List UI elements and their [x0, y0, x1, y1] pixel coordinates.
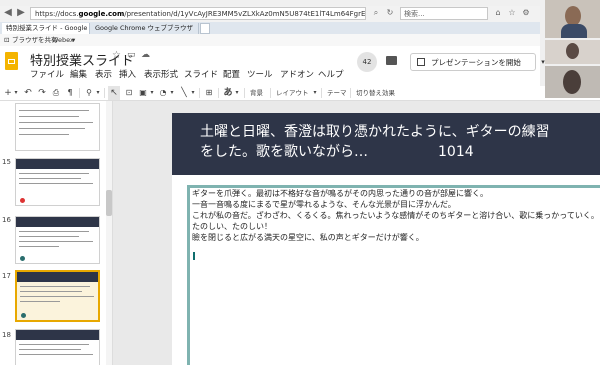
layout-button[interactable]: レイアウト: [276, 86, 309, 100]
slide-thumbnail[interactable]: [15, 103, 100, 151]
slide-title-line2: をした。歌を歌いながら… 1014: [200, 142, 590, 162]
body-line: 一音一音鳴る度にまるで星が零れるような、そんな光景が目に浮かんだ。: [192, 200, 456, 209]
slide-number: 15: [2, 158, 11, 166]
slide-title-line2-text: をした。歌を歌いながら…: [200, 144, 368, 160]
active-users-badge[interactable]: 42: [357, 52, 377, 72]
body-line: たのしい、たのしい！: [192, 222, 272, 231]
menu-file[interactable]: ファイル: [30, 68, 64, 80]
slide-number: 18: [2, 331, 11, 339]
slide-title-line1: 土曜と日曜、香澄は取り憑かれたように、ギターの練習: [200, 124, 550, 140]
participant-video: [545, 0, 600, 38]
slide-thumbnail[interactable]: [15, 216, 100, 264]
refresh-icon[interactable]: ↻: [384, 6, 396, 20]
present-button[interactable]: プレゼンテーションを開始: [410, 53, 536, 71]
menu-edit[interactable]: 編集: [70, 68, 87, 80]
body-line: ギターを爪弾く。最初は不格好な音が鳴るがその内思った通りの音が部屋に響く。: [192, 189, 488, 198]
shape-dropdown-icon[interactable]: ▾: [169, 86, 175, 100]
toolbar-divider: [321, 88, 322, 98]
line-dropdown-icon[interactable]: ▾: [190, 86, 196, 100]
slide-number: 16: [2, 216, 11, 224]
participant-video: [545, 66, 600, 98]
shape-icon[interactable]: ◔: [157, 86, 169, 100]
favorites-star-icon[interactable]: ☆: [506, 6, 518, 20]
cloud-icon: ☁: [141, 50, 150, 60]
menu-view[interactable]: 表示: [95, 68, 112, 80]
back-icon[interactable]: ◀: [2, 6, 14, 20]
filmstrip-scroll-thumb[interactable]: [106, 190, 112, 216]
comment-icon[interactable]: [386, 56, 397, 65]
redo-icon[interactable]: ↷: [36, 86, 48, 100]
search-icon[interactable]: ⌕: [370, 6, 382, 20]
new-slide-dropdown-icon[interactable]: ▾: [13, 86, 19, 100]
menu-slide[interactable]: スライド: [184, 68, 218, 80]
layout-dropdown-icon[interactable]: ▾: [312, 86, 318, 100]
text-style-glyph[interactable]: あ: [222, 86, 234, 100]
move-folder-icon[interactable]: ▭: [127, 50, 136, 60]
transition-button[interactable]: 切り替え効果: [356, 86, 395, 100]
slide-thumbnail[interactable]: [15, 329, 100, 365]
url-path: /presentation/d/1yVcAyJRE3MM5vZLXkAz0mN5…: [124, 10, 366, 18]
browser-tab-row: 特別授業スライド - Google スラ... Google Chrome ウェ…: [0, 22, 540, 34]
text-box-icon[interactable]: ⊡: [123, 86, 135, 100]
image-dropdown-icon[interactable]: ▾: [149, 86, 155, 100]
favorite-webex[interactable]: Webex: [52, 34, 74, 46]
forward-icon[interactable]: ▶: [15, 6, 27, 20]
new-tab-button[interactable]: [200, 23, 210, 34]
zoom-dropdown-icon[interactable]: ▾: [95, 86, 101, 100]
filmstrip-scrollbar[interactable]: [106, 101, 112, 365]
theme-button[interactable]: テーマ: [327, 86, 347, 100]
menu-arrange[interactable]: 配置: [223, 68, 240, 80]
toolbar-divider: [350, 88, 351, 98]
paint-format-icon[interactable]: ¶: [64, 86, 76, 100]
address-bar-row: ◀ ▶ https://docs.google.com/presentation…: [0, 6, 540, 22]
new-slide-icon[interactable]: +: [3, 86, 13, 100]
url-domain: google.com: [78, 10, 125, 18]
slide-title-number: 1014: [438, 144, 474, 160]
url-prefix: https://docs.: [35, 10, 79, 18]
slide-filmstrip: 15 16 17 18: [0, 101, 113, 365]
toolbar-divider: [218, 88, 219, 98]
url-input[interactable]: https://docs.google.com/presentation/d/1…: [30, 7, 366, 20]
undo-icon[interactable]: ↶: [22, 86, 34, 100]
text-cursor: [193, 252, 195, 260]
menu-help[interactable]: ヘルプ: [318, 68, 344, 80]
slide-number: 17: [2, 272, 11, 280]
add-comment-icon[interactable]: ⊞: [203, 86, 215, 100]
star-icon[interactable]: ☆: [112, 50, 121, 61]
toolbar-divider: [199, 88, 200, 98]
image-icon[interactable]: ▣: [137, 86, 149, 100]
chevron-down-icon[interactable]: ▾: [72, 34, 75, 46]
menu-insert[interactable]: 挿入: [119, 68, 136, 80]
zoom-icon[interactable]: ⚲: [83, 86, 95, 100]
menu-addons[interactable]: アドオン: [280, 68, 314, 80]
tab-slides[interactable]: 特別授業スライド - Google スラ...: [2, 23, 90, 34]
settings-gear-icon[interactable]: ⚙: [520, 6, 532, 20]
print-icon[interactable]: ⎙: [50, 86, 62, 100]
toolbar: + ▾ ↶ ↷ ⎙ ¶ ⚲ ▾ ↖ ⊡ ▣ ▾ ◔ ▾ ╲ ▾ ⊞ あ ▾ 背景…: [0, 86, 600, 101]
home-icon[interactable]: ⌂: [492, 6, 504, 20]
select-cursor-icon[interactable]: ↖: [108, 86, 120, 100]
body-line: これが私の音だ。ざわざわ、くるくる。焦れったいような感情がそのちギターと溶け合い…: [192, 211, 599, 220]
body-line: 瞼を閉じると広がる満天の星空に、私の声とギターだけが響く。: [192, 233, 424, 242]
slide-thumbnail-selected[interactable]: [15, 270, 100, 322]
tab-chrome-browser[interactable]: Google Chrome ウェブブラウザ: [91, 23, 199, 34]
share-browser-icon: ⊡: [4, 36, 10, 44]
line-icon[interactable]: ╲: [178, 86, 190, 100]
slide-body-text[interactable]: ギターを爪弾く。最初は不格好な音が鳴るがその内思った通りの音が部屋に響く。 一音…: [192, 188, 599, 243]
participant-video: [545, 40, 600, 64]
toolbar-divider: [244, 88, 245, 98]
slide-thumbnail[interactable]: [15, 158, 100, 206]
background-button[interactable]: 背景: [250, 86, 263, 100]
text-style-dropdown-icon[interactable]: ▾: [234, 86, 240, 100]
browser-search-input[interactable]: 検索...: [400, 7, 488, 20]
toolbar-divider: [79, 88, 80, 98]
toolbar-divider: [270, 88, 271, 98]
menu-format[interactable]: 表示形式: [144, 68, 178, 80]
toolbar-divider: [104, 88, 105, 98]
favorite-share-browser[interactable]: ブラウザを共有: [12, 34, 58, 46]
menu-tools[interactable]: ツール: [247, 68, 273, 80]
slides-logo-icon[interactable]: [5, 52, 18, 70]
slide-title[interactable]: 土曜と日曜、香澄は取り憑かれたように、ギターの練習 をした。歌を歌いながら… 10…: [200, 122, 590, 162]
